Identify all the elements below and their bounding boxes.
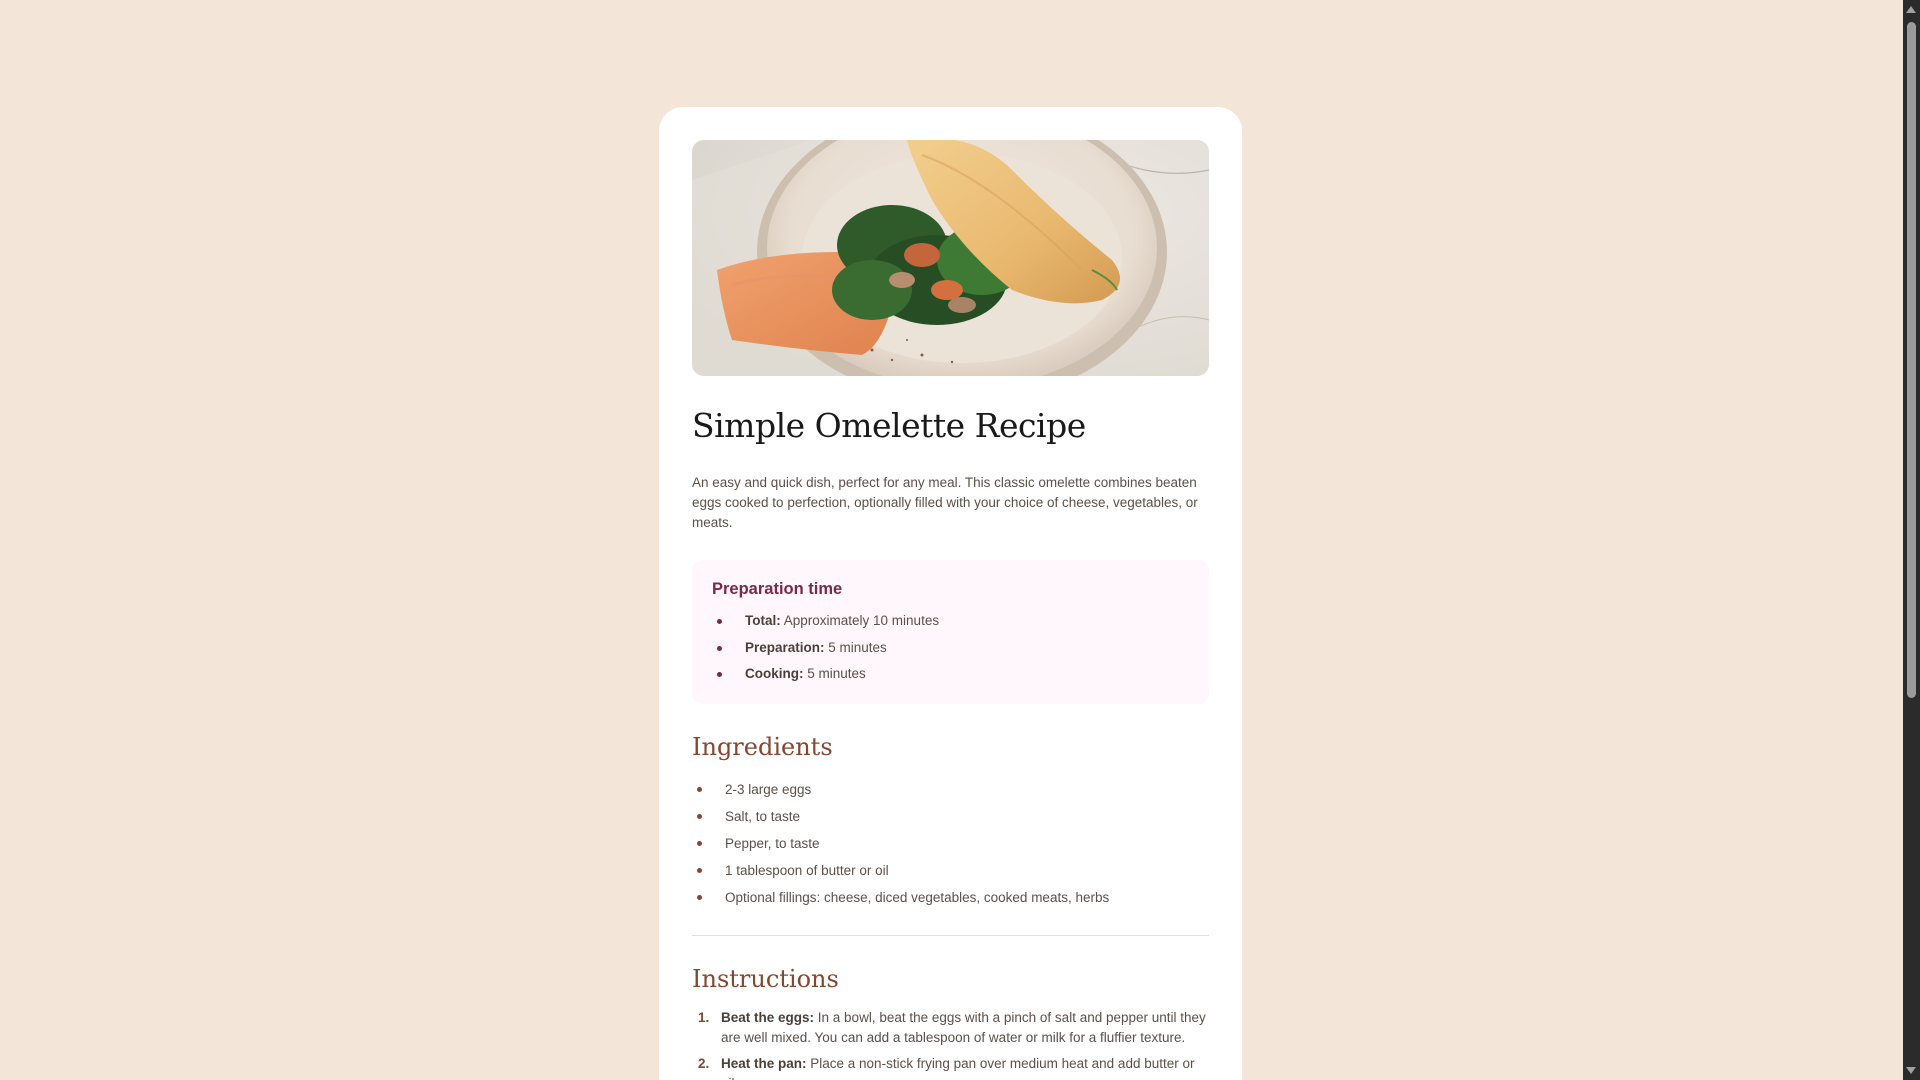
list-item: Cooking: 5 minutes xyxy=(712,661,1189,688)
scroll-up-arrow-icon[interactable] xyxy=(1906,6,1916,13)
list-item: Optional fillings: cheese, diced vegetab… xyxy=(692,884,1209,911)
step-number: 1. xyxy=(698,1009,710,1025)
preparation-title: Preparation time xyxy=(712,580,843,598)
prep-value: Approximately 10 minutes xyxy=(780,613,940,628)
step-label: Beat the eggs: xyxy=(721,1009,815,1025)
scroll-down-arrow-icon[interactable] xyxy=(1906,1067,1916,1074)
list-item: 2. Heat the pan: Place a non-stick frying… xyxy=(692,1054,1209,1080)
step-number: 2. xyxy=(698,1055,710,1071)
prep-value: 5 minutes xyxy=(803,666,866,681)
list-item: 2-3 large eggs xyxy=(692,776,1209,803)
list-item: Salt, to taste xyxy=(692,803,1209,830)
list-item: 1. Beat the eggs: In a bowl, beat the egg… xyxy=(692,1008,1209,1048)
recipe-intro: An easy and quick dish, perfect for any … xyxy=(692,475,1198,530)
list-item: Pepper, to taste xyxy=(692,830,1209,857)
instructions-list: 1. Beat the eggs: In a bowl, beat the egg… xyxy=(692,1008,1209,1080)
ingredients-title: Ingredients xyxy=(692,732,833,761)
prep-value: 5 minutes xyxy=(824,639,887,655)
list-item: Preparation: 5 minutes xyxy=(712,635,1189,662)
scroll-thumb[interactable] xyxy=(1907,22,1916,698)
omelette-photo xyxy=(692,140,1209,376)
preparation-list: Total: Approximately 10 minutes Preparat… xyxy=(712,608,1189,688)
instructions-title: Instructions xyxy=(692,964,839,993)
list-item: Total: Approximately 10 minutes xyxy=(712,608,1189,635)
list-item: 1 tablespoon of butter or oil xyxy=(692,857,1209,884)
prep-label: Total: xyxy=(745,613,781,628)
prep-label: Preparation: xyxy=(745,639,825,655)
ingredients-list: 2-3 large eggs Salt, to taste Pepper, to… xyxy=(692,776,1209,911)
page-title: Simple Omelette Recipe xyxy=(692,406,1086,445)
preparation-time-box: Preparation time Total: Approximately 10… xyxy=(692,560,1209,704)
divider xyxy=(692,934,1209,936)
recipe-card: Simple Omelette Recipe An easy and quick… xyxy=(659,107,1242,1080)
vertical-scrollbar[interactable] xyxy=(1903,0,1920,1080)
step-label: Heat the pan: xyxy=(721,1055,807,1071)
prep-label: Cooking: xyxy=(745,666,804,681)
